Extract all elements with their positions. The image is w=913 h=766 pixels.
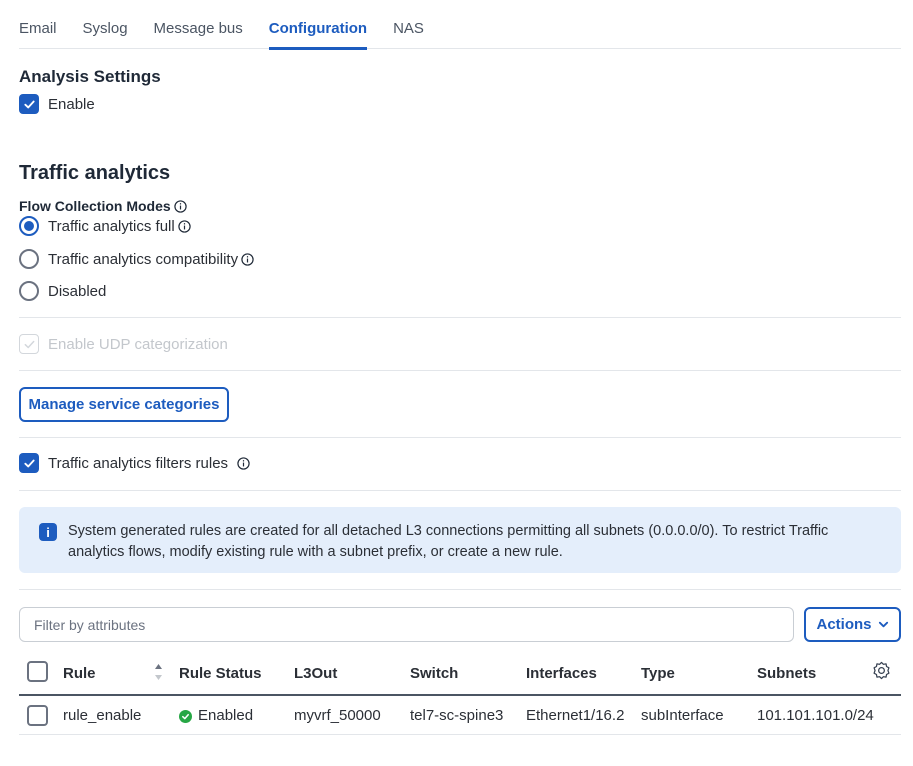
info-icon[interactable] [237,456,250,470]
table-header: Rule Rule Status L3Out Switch Interfaces… [19,652,901,696]
cell-l3out: myvrf_50000 [294,707,381,724]
tab-email[interactable]: Email [19,0,57,49]
cell-switch: tel7-sc-spine3 [410,707,504,724]
actions-label: Actions [816,616,872,633]
actions-button[interactable]: Actions [804,607,901,642]
udp-categorization-checkbox [19,334,39,354]
tab-message-bus[interactable]: Message bus [154,0,243,49]
flow-collection-modes-text: Flow Collection Modes [19,198,171,214]
divider [19,317,901,318]
udp-categorization-label: Enable UDP categorization [48,335,228,353]
mode-compatibility-label: Traffic analytics compatibility [48,250,239,268]
mode-disabled-radio[interactable] [19,281,39,301]
divider [19,370,901,371]
mode-compatibility-radio[interactable] [19,249,39,269]
divider [19,437,901,438]
filters-rules-row[interactable]: Traffic analytics filters rules [19,453,250,473]
mode-full-radio[interactable] [19,216,39,236]
tab-configuration[interactable]: Configuration [268,0,368,50]
traffic-analytics-heading: Traffic analytics [19,162,171,184]
udp-categorization-row: Enable UDP categorization [19,334,228,354]
mode-full-label: Traffic analytics full [48,217,175,235]
divider [19,589,901,590]
analysis-enable-label: Enable [48,95,95,113]
column-header-l3out[interactable]: L3Out [294,665,337,682]
sort-icon[interactable] [154,662,163,682]
cell-subnets: 101.101.101.0/24 [757,707,874,724]
manage-service-categories-button[interactable]: Manage service categories [19,387,229,422]
filter-input[interactable] [19,607,794,642]
mode-disabled-label: Disabled [48,282,107,300]
cell-interfaces: Ethernet1/16.2 [526,707,625,724]
tab-nas[interactable]: NAS [393,0,424,49]
mode-option-compatibility[interactable]: Traffic analytics compatibility [19,249,254,269]
row-checkbox[interactable] [27,705,48,726]
select-all-checkbox[interactable] [27,661,48,682]
cell-type: subInterface [641,707,724,724]
flow-collection-modes-label: Flow Collection Modes [19,198,187,214]
info-icon[interactable] [178,219,191,233]
info-icon[interactable] [173,199,187,213]
table-row[interactable]: rule_enable Enabled myvrf_50000 tel7-sc-… [19,697,901,735]
column-header-type[interactable]: Type [641,665,675,682]
tab-bar: Email Syslog Message bus Configuration N… [19,0,901,50]
filters-rules-label: Traffic analytics filters rules [48,454,229,472]
filters-rules-checkbox[interactable] [19,453,39,473]
mode-option-disabled[interactable]: Disabled [19,281,106,301]
info-icon: i [39,523,57,541]
info-icon[interactable] [241,252,254,266]
analysis-enable-row[interactable]: Enable [19,94,95,114]
analysis-settings-heading: Analysis Settings [19,67,161,86]
cell-rule-status: Enabled [179,707,253,724]
column-header-subnets[interactable]: Subnets [757,665,816,682]
cell-rule[interactable]: rule_enable [63,707,141,724]
column-header-rule[interactable]: Rule [63,665,96,682]
info-banner-text: System generated rules are created for a… [68,523,829,560]
check-icon [24,340,34,348]
check-icon [23,100,35,108]
divider [19,490,901,491]
column-header-switch[interactable]: Switch [410,665,458,682]
tab-syslog[interactable]: Syslog [83,0,128,49]
info-banner: i System generated rules are created for… [19,507,901,573]
mode-option-full[interactable]: Traffic analytics full [19,216,191,236]
analysis-enable-checkbox[interactable] [19,94,39,114]
column-header-rule-status[interactable]: Rule Status [179,665,262,682]
check-circle-icon [179,710,192,723]
check-icon [23,459,35,467]
column-header-interfaces[interactable]: Interfaces [526,665,597,682]
chevron-down-icon [878,621,888,628]
status-text: Enabled [198,707,254,724]
gear-icon[interactable] [872,661,891,680]
